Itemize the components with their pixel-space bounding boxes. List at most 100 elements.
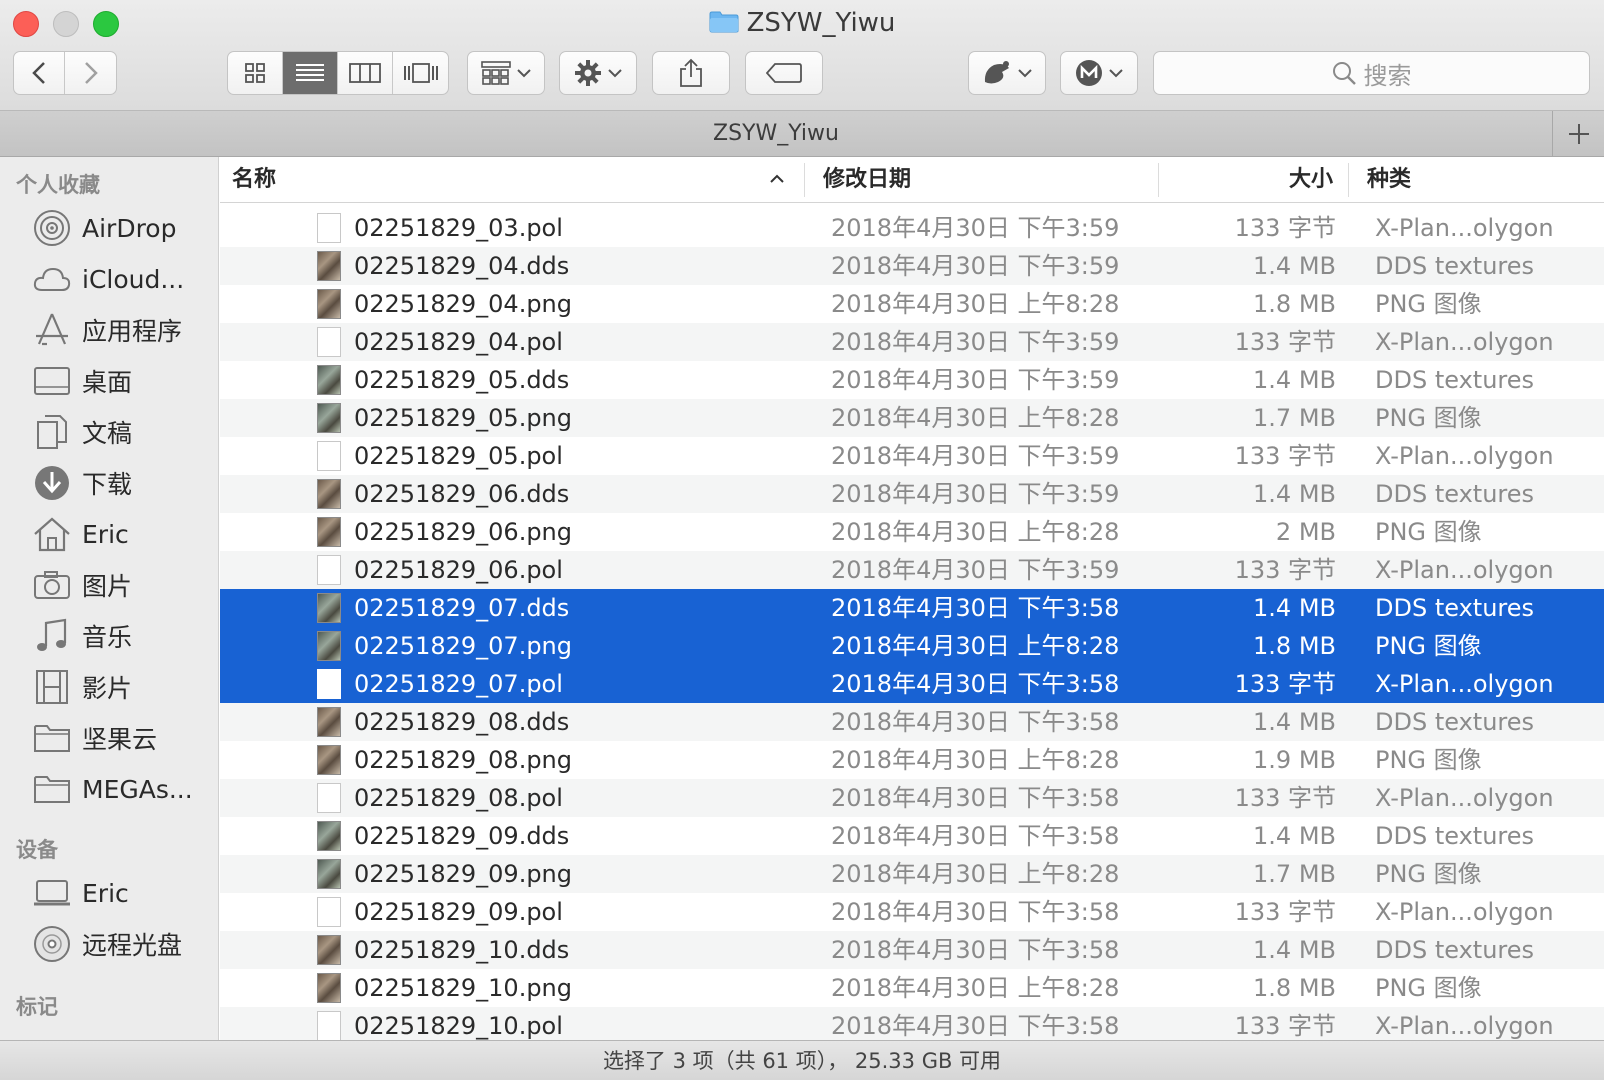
document-icon: [317, 783, 341, 813]
file-size: 133 字节: [1234, 898, 1336, 926]
file-row[interactable]: 02251829_08.pol 2018年4月30日 下午3:58 133 字节 X-…: [220, 779, 1604, 817]
sidebar-item-label: 桌面: [82, 368, 133, 397]
file-row[interactable]: 02251829_06.pol 2018年4月30日 下午3:59 133 字节 X-…: [220, 551, 1604, 589]
disc-icon: [32, 924, 72, 964]
file-row[interactable]: 02251829_04.pol 2018年4月30日 下午3:59 133 字节 X-…: [220, 323, 1604, 361]
file-row[interactable]: 02251829_06.png 2018年4月30日 上午8:28 2 MB PNG …: [220, 513, 1604, 551]
sidebar-item-downloads[interactable]: 下载: [0, 460, 218, 506]
sidebar-item-airdrop[interactable]: AirDrop: [0, 205, 218, 251]
image-thumbnail-icon: [317, 403, 341, 433]
list-view-button[interactable]: [283, 52, 338, 94]
column-view-icon: [349, 63, 381, 83]
chevron-down-icon: [517, 69, 531, 78]
file-row[interactable]: 02251829_09.dds 2018年4月30日 下午3:58 1.4 MB DD…: [220, 817, 1604, 855]
sidebar-item-mega[interactable]: MEGAs...: [0, 766, 218, 812]
file-date: 2018年4月30日 上午8:28: [831, 860, 1120, 888]
chevron-down-icon: [1018, 69, 1032, 78]
file-row[interactable]: 02251829_10.dds 2018年4月30日 下午3:58 1.4 MB DD…: [220, 931, 1604, 969]
file-name: 02251829_10.pol: [354, 1012, 563, 1040]
sidebar-item-icloud[interactable]: iCloud...: [0, 256, 218, 302]
file-row[interactable]: 02251829_09.pol 2018年4月30日 下午3:58 133 字节 X-…: [220, 893, 1604, 931]
status-bar: 选择了 3 项（共 61 项）， 25.33 GB 可用: [0, 1040, 1604, 1080]
file-row[interactable]: 02251829_04.dds 2018年4月30日 下午3:59 1.4 MB DD…: [220, 247, 1604, 285]
sidebar-item-desktop[interactable]: 桌面: [0, 358, 218, 404]
file-row[interactable]: 02251829_10.pol 2018年4月30日 下午3:58 133 字节 X-…: [220, 1007, 1604, 1040]
new-tab-button[interactable]: [1554, 111, 1604, 156]
sidebar-item-label: 坚果云: [82, 725, 158, 754]
file-date: 2018年4月30日 下午3:58: [831, 1012, 1120, 1040]
folder-icon: [32, 718, 72, 758]
tag-button[interactable]: [745, 51, 823, 95]
file-row[interactable]: 02251829_03.pol 2018年4月30日 下午3:59 133 字节 X-…: [220, 209, 1604, 247]
sidebar-item-pictures[interactable]: 图片: [0, 562, 218, 608]
file-date: 2018年4月30日 下午3:59: [831, 480, 1120, 508]
file-date: 2018年4月30日 下午3:58: [831, 936, 1120, 964]
file-row[interactable]: 02251829_08.png 2018年4月30日 上午8:28 1.9 MB PN…: [220, 741, 1604, 779]
file-row[interactable]: 02251829_05.pol 2018年4月30日 下午3:59 133 字节 X-…: [220, 437, 1604, 475]
file-size: 1.4 MB: [1253, 936, 1336, 964]
sidebar-section-devices: 设备: [16, 838, 58, 862]
file-name: 02251829_07.pol: [354, 670, 563, 698]
file-date: 2018年4月30日 上午8:28: [831, 632, 1120, 660]
image-thumbnail-icon: [317, 517, 341, 547]
computer-icon: [32, 873, 72, 913]
sidebar-item-home[interactable]: Eric: [0, 511, 218, 557]
file-row[interactable]: 02251829_05.png 2018年4月30日 上午8:28 1.7 MB PN…: [220, 399, 1604, 437]
file-kind: PNG 图像: [1375, 860, 1482, 888]
file-date: 2018年4月30日 上午8:28: [831, 518, 1120, 546]
sidebar-item-jianguoyun[interactable]: 坚果云: [0, 715, 218, 761]
file-row[interactable]: 02251829_07.dds 2018年4月30日 下午3:58 1.4 MB DD…: [220, 589, 1604, 627]
column-date[interactable]: 修改日期: [823, 157, 911, 203]
action-button[interactable]: [559, 51, 637, 95]
file-row[interactable]: 02251829_10.png 2018年4月30日 上午8:28 1.8 MB PN…: [220, 969, 1604, 1007]
gear-icon: [575, 60, 601, 86]
back-button[interactable]: [14, 52, 66, 94]
file-name: 02251829_06.dds: [354, 480, 570, 508]
sidebar-item-label: 文稿: [82, 419, 133, 448]
document-icon: [317, 213, 341, 243]
file-name: 02251829_10.png: [354, 974, 573, 1002]
file-row[interactable]: 02251829_07.pol 2018年4月30日 下午3:58 133 字节 X-…: [220, 665, 1604, 703]
file-size: 1.4 MB: [1253, 252, 1336, 280]
view-switcher: [227, 51, 449, 95]
file-kind: X-Plan...olygon: [1375, 328, 1554, 356]
mega-button[interactable]: [1060, 51, 1138, 95]
sidebar-item-label: AirDrop: [82, 213, 177, 243]
search-field[interactable]: 搜索: [1153, 51, 1590, 95]
file-row[interactable]: 02251829_05.dds 2018年4月30日 下午3:59 1.4 MB DD…: [220, 361, 1604, 399]
icon-view-button[interactable]: [228, 52, 283, 94]
sidebar-item-movies[interactable]: 影片: [0, 664, 218, 710]
forward-button[interactable]: [65, 52, 116, 94]
sidebar-item-music[interactable]: 音乐: [0, 613, 218, 659]
arrange-button[interactable]: [467, 51, 545, 95]
file-row[interactable]: 02251829_09.png 2018年4月30日 上午8:28 1.7 MB PN…: [220, 855, 1604, 893]
sidebar-item-documents[interactable]: 文稿: [0, 409, 218, 455]
sidebar-item-computer[interactable]: Eric: [0, 870, 218, 916]
file-name: 02251829_09.png: [354, 860, 573, 888]
file-size: 1.9 MB: [1253, 746, 1336, 774]
home-icon: [32, 514, 72, 554]
column-name[interactable]: 名称: [232, 157, 276, 203]
file-row[interactable]: 02251829_04.png 2018年4月30日 上午8:28 1.8 MB PN…: [220, 285, 1604, 323]
file-date: 2018年4月30日 下午3:58: [831, 822, 1120, 850]
sidebar-item-label: Eric: [82, 878, 129, 908]
file-row[interactable]: 02251829_08.dds 2018年4月30日 下午3:58 1.4 MB DD…: [220, 703, 1604, 741]
file-kind: X-Plan...olygon: [1375, 442, 1554, 470]
file-kind: DDS textures: [1375, 708, 1535, 736]
file-size: 1.7 MB: [1253, 404, 1336, 432]
sort-ascending-icon: [770, 174, 784, 183]
tab-current[interactable]: ZSYW_Yiwu: [0, 111, 1553, 156]
sidebar-item-remote-disc[interactable]: 远程光盘: [0, 921, 218, 967]
column-size[interactable]: 大小: [1289, 157, 1333, 203]
file-row[interactable]: 02251829_06.dds 2018年4月30日 下午3:59 1.4 MB DD…: [220, 475, 1604, 513]
coverflow-view-button[interactable]: [393, 52, 448, 94]
app-extension-button[interactable]: [968, 51, 1046, 95]
column-kind[interactable]: 种类: [1367, 157, 1411, 203]
file-name: 02251829_04.pol: [354, 328, 563, 356]
column-view-button[interactable]: [338, 52, 393, 94]
share-button[interactable]: [652, 51, 730, 95]
file-date: 2018年4月30日 下午3:59: [831, 442, 1120, 470]
sidebar-item-applications[interactable]: 应用程序: [0, 307, 218, 353]
file-size: 133 字节: [1234, 556, 1336, 584]
file-row[interactable]: 02251829_07.png 2018年4月30日 上午8:28 1.8 MB PN…: [220, 627, 1604, 665]
